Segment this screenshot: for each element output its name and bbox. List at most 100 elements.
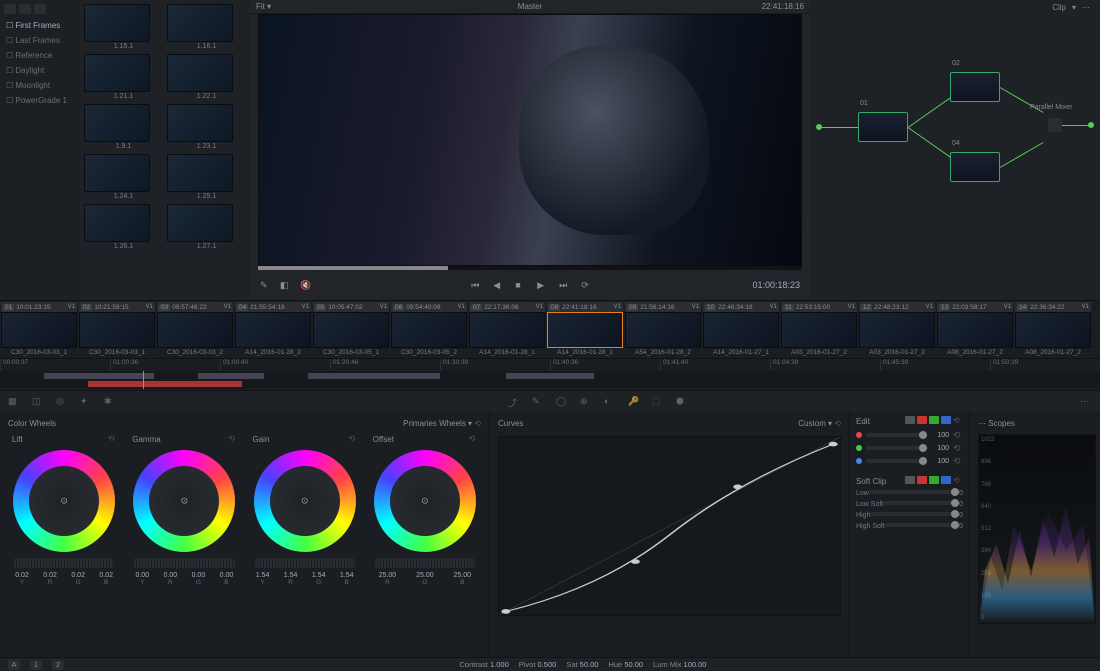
fit-dropdown[interactable]: Fit	[256, 2, 265, 11]
clip-07[interactable]: 0722:17:36:06V1A14_2016-01-28_1	[468, 301, 546, 358]
sc-chip-y[interactable]	[905, 476, 915, 484]
stop-icon[interactable]: ■	[515, 279, 527, 291]
intensity-slider-0[interactable]: .slider-track::before{left:calc(100% - 8…	[866, 433, 927, 437]
clip-06[interactable]: 0609:54:40:08V1C30_2016-03-05_2	[390, 301, 468, 358]
page-a-button[interactable]: A	[8, 660, 20, 670]
blur-tool-icon[interactable]: ◐	[604, 396, 616, 408]
key-tool-icon[interactable]: 🔑	[628, 396, 640, 408]
still-thumb[interactable]	[167, 154, 233, 192]
window-tool-icon[interactable]: ◯	[556, 396, 568, 408]
gallery-icon[interactable]: ▦	[8, 396, 20, 408]
gamma-reset-icon[interactable]: ⟲	[227, 434, 237, 444]
still-thumb[interactable]	[167, 4, 233, 42]
edit-chip-g[interactable]	[929, 416, 939, 424]
still-thumb[interactable]	[84, 4, 150, 42]
clip-08[interactable]: 0822:41:18:16V1A14_2016-01-28_1	[546, 301, 624, 358]
curves-mode[interactable]: Custom	[798, 419, 826, 428]
timeline[interactable]: 00:00:3701:00:3601:00:4001:20:4601:30:39…	[0, 358, 1100, 390]
offset-jog[interactable]	[375, 558, 475, 568]
pen-tool-icon[interactable]: ✎	[532, 396, 544, 408]
offset-wheel[interactable]	[374, 450, 476, 552]
clip-mode-dropdown[interactable]: Clip	[1052, 3, 1066, 12]
softclip-low-soft-slider[interactable]	[883, 501, 959, 505]
gain-reset-icon[interactable]: ⟲	[347, 434, 357, 444]
node-graph[interactable]: 01 02 04 Parallel Mixer	[810, 14, 1100, 300]
step-back-icon[interactable]: ◀	[493, 279, 505, 291]
target-icon[interactable]: ◎	[56, 396, 68, 408]
play-icon[interactable]: ▶	[537, 279, 549, 291]
layout-btn-c[interactable]	[34, 4, 46, 14]
layout-btn-b[interactable]	[19, 4, 31, 14]
curve-canvas[interactable]	[498, 436, 841, 616]
viewer-canvas[interactable]	[258, 14, 802, 266]
picker-icon[interactable]: ✎	[260, 279, 272, 291]
softclip-low-slider[interactable]	[869, 490, 959, 494]
tag-first-frames[interactable]: ☐ First Frames	[0, 18, 80, 33]
node-02[interactable]	[950, 72, 1000, 102]
sc-chip-b[interactable]	[941, 476, 951, 484]
3d-tool-icon[interactable]: ⬢	[676, 396, 688, 408]
tracker-tool-icon[interactable]: ⊕	[580, 396, 592, 408]
lift-wheel[interactable]	[13, 450, 115, 552]
clip-12[interactable]: 1222:48:23:12V1A03_2016-01-27_2	[858, 301, 936, 358]
tag-last-frames[interactable]: ☐ Last Frames	[0, 33, 80, 48]
gain-wheel[interactable]	[254, 450, 356, 552]
wheels-reset-icon[interactable]: ⟲	[474, 419, 481, 428]
sc-chip-g[interactable]	[929, 476, 939, 484]
star-icon[interactable]: ✦	[80, 396, 92, 408]
fx-icon[interactable]: ✱	[104, 396, 116, 408]
softclip-high-soft-slider[interactable]	[885, 523, 959, 527]
wipe-icon[interactable]: ◧	[280, 279, 292, 291]
loop-icon[interactable]: ⟳	[581, 279, 593, 291]
clip-11[interactable]: 1122:53:15:00V1A03_2016-01-27_2	[780, 301, 858, 358]
offset-reset-icon[interactable]: ⟲	[467, 434, 477, 444]
clip-03[interactable]: 0309:57:46:22V1C30_2016-03-03_2	[156, 301, 234, 358]
tag-daylight[interactable]: ☐ Daylight	[0, 63, 80, 78]
first-frame-icon[interactable]: ⏮	[471, 279, 483, 291]
wheels-mode[interactable]: Primaries Wheels	[403, 419, 466, 428]
mute-icon[interactable]: 🔇	[300, 279, 312, 291]
still-thumb[interactable]	[167, 54, 233, 92]
last-frame-icon[interactable]: ⏭	[559, 279, 571, 291]
clip-02[interactable]: 0210:21:59:15V1C30_2016-03-03_1	[78, 301, 156, 358]
softclip-high-slider[interactable]	[870, 512, 959, 516]
lift-reset-icon[interactable]: ⟲	[106, 434, 116, 444]
page-2-button[interactable]: 2	[52, 660, 64, 670]
clip-13[interactable]: 1322:03:58:17V1A08_2016-01-27_2	[936, 301, 1014, 358]
layout-btn-a[interactable]	[4, 4, 16, 14]
still-thumb[interactable]	[167, 104, 233, 142]
still-thumb[interactable]	[84, 54, 150, 92]
hue-value[interactable]: 50.00	[624, 660, 643, 669]
slider-reset-2-icon[interactable]: ⟲	[953, 456, 963, 466]
node-options-icon[interactable]: ⋯	[1082, 1, 1094, 13]
sat-value[interactable]: 50.00	[580, 660, 599, 669]
clip-icon[interactable]: ◫	[32, 396, 44, 408]
clip-10[interactable]: 1022:46:34:18V1A14_2016-01-27_1	[702, 301, 780, 358]
parallel-mixer-node[interactable]	[1048, 118, 1062, 132]
tag-moonlight[interactable]: ☐ Moonlight	[0, 78, 80, 93]
tag-powergrade-1[interactable]: ☐ PowerGrade 1	[0, 93, 80, 108]
slider-reset-1-icon[interactable]: ⟲	[953, 443, 963, 453]
curves-reset-icon[interactable]: ⟲	[834, 419, 841, 428]
sizing-tool-icon[interactable]: ⬚	[652, 396, 664, 408]
edit-chip-y[interactable]	[905, 416, 915, 424]
scopes-toggle-icon[interactable]: ⋯	[1080, 396, 1092, 408]
clip-14[interactable]: 1422:36:34:22V1A08_2016-01-27_2	[1014, 301, 1092, 358]
intensity-slider-2[interactable]: .slider-track::before{left:calc(100% - 8…	[866, 459, 927, 463]
still-thumb[interactable]	[84, 104, 150, 142]
edit-reset-icon[interactable]: ⟲	[953, 416, 963, 426]
gain-jog[interactable]	[255, 558, 355, 568]
lummix-value[interactable]: 100.00	[684, 660, 707, 669]
gamma-wheel[interactable]	[133, 450, 235, 552]
sc-chip-r[interactable]	[917, 476, 927, 484]
edit-chip-b[interactable]	[941, 416, 951, 424]
node-04[interactable]	[950, 152, 1000, 182]
pivot-value[interactable]: 0.500	[538, 660, 557, 669]
intensity-slider-1[interactable]: .slider-track::before{left:calc(100% - 8…	[866, 446, 927, 450]
still-thumb[interactable]	[84, 154, 150, 192]
still-thumb[interactable]	[167, 204, 233, 242]
lift-jog[interactable]	[14, 558, 114, 568]
playhead[interactable]	[143, 371, 144, 389]
clip-04[interactable]: 0421:55:54:18V1A14_2016-01-28_2	[234, 301, 312, 358]
edit-chip-r[interactable]	[917, 416, 927, 424]
